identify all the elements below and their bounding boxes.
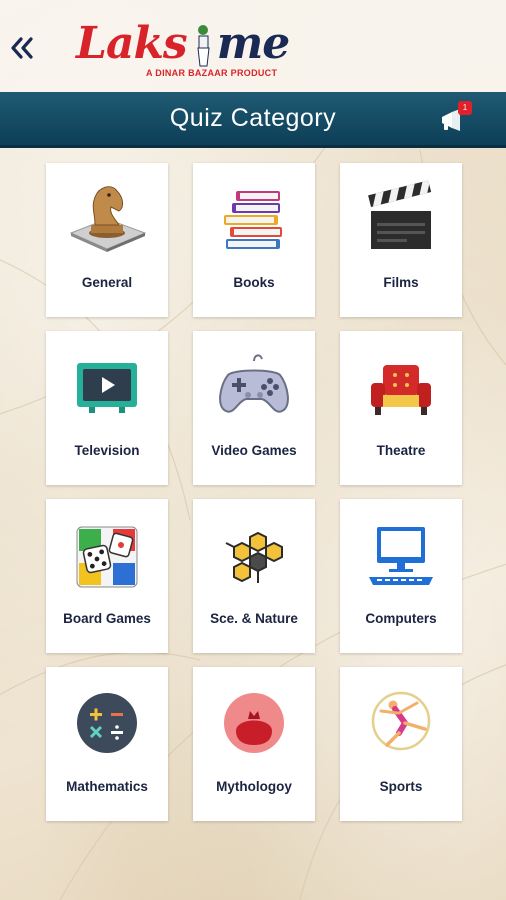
category-card-television[interactable]: Television: [46, 331, 168, 485]
page-title: Quiz Category: [169, 104, 337, 132]
category-label: Sports: [379, 779, 423, 794]
category-label: Mythologoy: [216, 779, 292, 794]
logo-text-b: me: [216, 18, 291, 69]
chess-knight-icon: [69, 186, 147, 252]
category-card-general[interactable]: General: [46, 163, 168, 317]
category-label: Mathematics: [66, 779, 148, 794]
category-card-mathematics[interactable]: Mathematics: [46, 667, 168, 821]
category-card-theatre[interactable]: Theatre: [340, 331, 462, 485]
back-button[interactable]: [6, 28, 38, 68]
category-card-books[interactable]: Books: [193, 163, 315, 317]
clapperboard-icon: [368, 180, 432, 249]
category-card-mythology[interactable]: Mythologoy: [193, 667, 315, 821]
title-bar: Quiz Category 1: [0, 92, 506, 148]
category-grid: General Books Films Television Video Gam…: [46, 163, 462, 821]
books-stack-icon: [224, 191, 282, 249]
category-label: Books: [233, 275, 275, 290]
category-card-computers[interactable]: Computers: [340, 499, 462, 653]
logo-figure-icon: [197, 25, 210, 67]
category-label: Computers: [365, 611, 437, 626]
category-label: Video Games: [211, 443, 297, 458]
pomegranate-icon: [224, 693, 284, 753]
category-label: Television: [74, 443, 140, 458]
television-icon: [77, 363, 137, 413]
gymnast-icon: [371, 691, 431, 751]
math-operators-icon: [77, 693, 137, 753]
category-card-sports[interactable]: Sports: [340, 667, 462, 821]
molecule-hexagon-icon: [225, 531, 283, 583]
computer-icon: [369, 527, 433, 585]
category-card-board-games[interactable]: Board Games: [46, 499, 168, 653]
category-label: Theatre: [376, 443, 426, 458]
double-chevron-left-icon: [11, 37, 33, 59]
gamepad-icon: [219, 354, 289, 413]
category-card-science-nature[interactable]: Sce. & Nature: [193, 499, 315, 653]
logo-tagline: A DINAR BAZAAR PRODUCT: [146, 68, 278, 78]
notification-button[interactable]: 1: [438, 101, 472, 134]
notification-badge: 1: [458, 101, 472, 115]
category-card-films[interactable]: Films: [340, 163, 462, 317]
category-label: Sce. & Nature: [210, 611, 298, 626]
category-label: Films: [383, 275, 419, 290]
app-header: Laks me A DINAR BAZAAR PRODUCT: [0, 0, 506, 92]
logo-text-a: Laks: [76, 18, 188, 69]
theatre-seat-icon: [371, 365, 431, 415]
app-logo: Laks me A DINAR BAZAAR PRODUCT: [76, 14, 290, 86]
category-label: General: [81, 275, 133, 290]
category-card-video-games[interactable]: Video Games: [193, 331, 315, 485]
category-label: Board Games: [63, 611, 151, 626]
board-game-dice-icon: [76, 526, 138, 588]
